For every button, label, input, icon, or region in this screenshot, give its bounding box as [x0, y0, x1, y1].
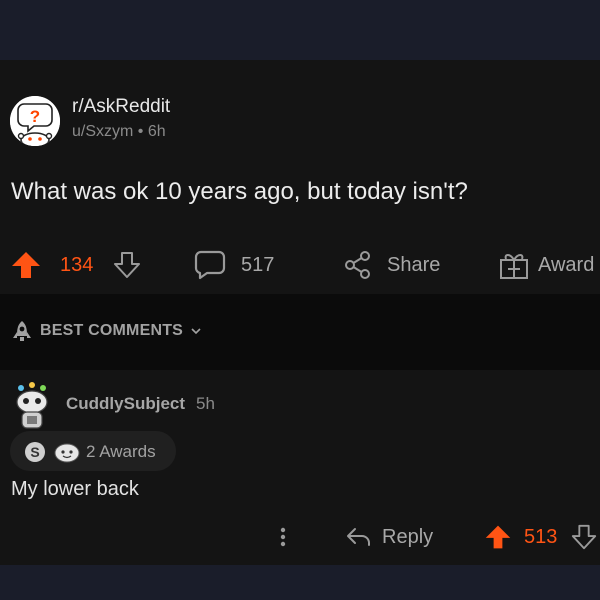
- comment-count: 517: [241, 253, 275, 276]
- comment-action-bar: Reply 513: [0, 520, 600, 554]
- wholesome-award-icon: [54, 443, 80, 463]
- post-action-bar: 134 517 Share Award: [0, 248, 600, 282]
- meta-separator: •: [137, 123, 144, 140]
- upvote-arrow-icon: [12, 252, 40, 278]
- app-bottom-bar: [0, 565, 600, 600]
- award-button[interactable]: Award: [498, 248, 594, 282]
- user-avatar[interactable]: [10, 380, 54, 430]
- comment-body: My lower back: [11, 478, 139, 500]
- subreddit-icon[interactable]: ?: [10, 96, 60, 146]
- sort-dropdown[interactable]: BEST COMMENTS: [10, 319, 203, 343]
- comment-vote-count: 513: [524, 525, 558, 548]
- chevron-down-icon: [191, 328, 201, 335]
- reply-label: Reply: [382, 525, 434, 548]
- comment-username[interactable]: CuddlySubject: [66, 394, 185, 414]
- awards-count: 2 Awards: [86, 442, 156, 461]
- comment-upvote-button[interactable]: [484, 520, 512, 554]
- gift-icon: [500, 254, 528, 279]
- svg-text:?: ?: [30, 107, 40, 126]
- share-icon: [345, 251, 370, 279]
- comments-button[interactable]: 517: [193, 248, 274, 282]
- app-top-bar: [0, 0, 600, 60]
- comment-age: 5h: [196, 394, 215, 413]
- post-age: 6h: [147, 123, 166, 140]
- silver-award-icon: S: [25, 442, 45, 462]
- award-label: Award: [538, 253, 595, 276]
- sort-label: BEST COMMENTS: [40, 322, 184, 339]
- subreddit-name[interactable]: r/AskReddit: [72, 96, 170, 118]
- downvote-arrow-icon: [571, 524, 597, 550]
- post-card[interactable]: ? r/AskReddit u/Sxzym • 6h What was ok 1…: [0, 60, 600, 294]
- share-label: Share: [387, 253, 441, 276]
- upvote-button[interactable]: [10, 248, 42, 282]
- post-meta: u/Sxzym • 6h: [72, 123, 166, 141]
- more-options-button[interactable]: [276, 520, 290, 554]
- comment-card[interactable]: CuddlySubject 5h S 2 Awards My lower bac…: [0, 370, 600, 565]
- rocket-icon: [13, 321, 31, 341]
- svg-text:S: S: [30, 444, 39, 460]
- share-button[interactable]: Share: [343, 248, 440, 282]
- more-vertical-icon: [280, 527, 286, 547]
- downvote-arrow-icon: [114, 252, 140, 278]
- upvote-arrow-icon: [485, 525, 511, 549]
- comment-sort-bar: BEST COMMENTS: [0, 294, 600, 370]
- comment-bubble-icon: [194, 250, 226, 280]
- post-author[interactable]: u/Sxzym: [72, 123, 133, 140]
- reply-arrow-icon: [347, 528, 370, 546]
- post-title[interactable]: What was ok 10 years ago, but today isn'…: [11, 178, 468, 206]
- downvote-button[interactable]: [112, 248, 142, 282]
- comment-downvote-button[interactable]: [570, 520, 598, 554]
- post-vote-count: 134: [60, 253, 94, 276]
- reply-button[interactable]: Reply: [344, 520, 433, 554]
